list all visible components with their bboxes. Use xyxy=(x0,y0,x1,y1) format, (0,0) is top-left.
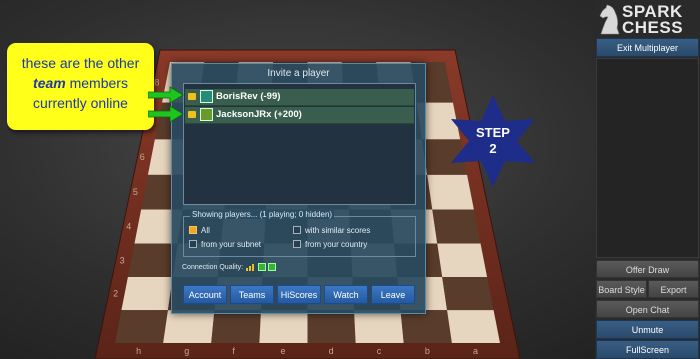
knight-logo-icon xyxy=(599,4,620,35)
crown-icon xyxy=(188,111,196,118)
exit-multiplayer-button[interactable]: Exit Multiplayer xyxy=(596,38,699,57)
annotation-line-2: team members xyxy=(33,75,128,91)
board-square xyxy=(307,310,356,343)
board-square xyxy=(447,310,500,343)
offer-draw-button[interactable]: Offer Draw xyxy=(596,260,699,278)
sparkchess-logo: SPARK CHESS xyxy=(595,0,700,38)
board-square xyxy=(442,277,494,311)
board-square xyxy=(400,310,452,343)
teams-button[interactable]: Teams xyxy=(230,285,274,304)
connection-status-icon xyxy=(258,263,266,271)
filter-group: Showing players... (1 playing; 0 hidden)… xyxy=(183,210,416,257)
open-chat-button[interactable]: Open Chat xyxy=(596,300,699,318)
fullscreen-button[interactable]: FullScreen xyxy=(596,340,699,359)
watch-button[interactable]: Watch xyxy=(324,285,368,304)
all-checkbox[interactable] xyxy=(189,226,197,234)
unmute-button[interactable]: Unmute xyxy=(596,320,699,339)
step-label: STEP 2 xyxy=(476,125,510,156)
connection-status-icon xyxy=(268,263,276,271)
leave-button[interactable]: Leave xyxy=(371,285,415,304)
board-square xyxy=(354,310,404,343)
country-label: from your country xyxy=(305,240,368,249)
file-label: h xyxy=(136,346,141,356)
connection-quality-label: Connection Quality: xyxy=(182,264,244,271)
file-label: g xyxy=(184,346,189,356)
subnet-label: from your subnet xyxy=(201,240,262,249)
player-name: JacksonJRx (+200) xyxy=(216,109,302,120)
board-square xyxy=(211,310,261,343)
avatar xyxy=(200,108,213,121)
player-row[interactable]: BorisRev (-99) xyxy=(185,89,414,106)
invite-player-dialog: Invite a player BorisRev (-99) JacksonJR… xyxy=(171,63,426,314)
file-label: e xyxy=(280,346,285,356)
dialog-title: Invite a player xyxy=(267,68,330,79)
board-style-button[interactable]: Board Style xyxy=(596,280,647,298)
player-row[interactable]: JacksonJRx (+200) xyxy=(185,107,414,124)
board-square xyxy=(163,310,215,343)
file-label: a xyxy=(473,346,478,356)
board-square xyxy=(437,243,488,278)
board-square xyxy=(432,209,481,244)
annotation-line-3: currently online xyxy=(33,95,128,111)
player-list[interactable]: BorisRev (-99) JacksonJRx (+200) xyxy=(183,83,416,205)
annotation-line-1: these are the other xyxy=(21,55,140,71)
file-label: b xyxy=(425,346,430,356)
account-button[interactable]: Account xyxy=(183,285,227,304)
similar-scores-label: with similar scores xyxy=(305,226,371,235)
filter-group-title: Showing players... (1 playing; 0 hidden) xyxy=(190,210,335,219)
arrow-icon xyxy=(148,86,184,104)
subnet-checkbox[interactable] xyxy=(189,240,197,248)
similar-scores-checkbox[interactable] xyxy=(293,226,301,234)
rank-label: 4 xyxy=(126,221,131,231)
logo-chess-text: CHESS xyxy=(622,18,684,37)
chat-area xyxy=(596,58,699,258)
export-button[interactable]: Export xyxy=(648,280,699,298)
rank-label: 6 xyxy=(140,152,145,162)
signal-bars-icon xyxy=(246,263,256,271)
rank-label: 3 xyxy=(120,255,125,265)
board-square xyxy=(121,277,173,311)
rank-label: 2 xyxy=(113,289,118,299)
file-label: c xyxy=(377,346,382,356)
right-panel: SPARK CHESS Exit Multiplayer Offer Draw … xyxy=(595,0,700,359)
country-checkbox[interactable] xyxy=(293,240,301,248)
all-label: All xyxy=(201,226,210,235)
rank-label: 5 xyxy=(133,187,138,197)
avatar xyxy=(200,90,213,103)
crown-icon xyxy=(188,93,196,100)
file-label: d xyxy=(329,346,334,356)
player-name: BorisRev (-99) xyxy=(216,91,281,102)
annotation-callout: these are the other team members current… xyxy=(7,43,154,130)
hiscores-button[interactable]: HiScores xyxy=(277,285,321,304)
board-square xyxy=(259,310,308,343)
arrow-icon xyxy=(148,105,184,123)
board-square xyxy=(115,310,168,343)
